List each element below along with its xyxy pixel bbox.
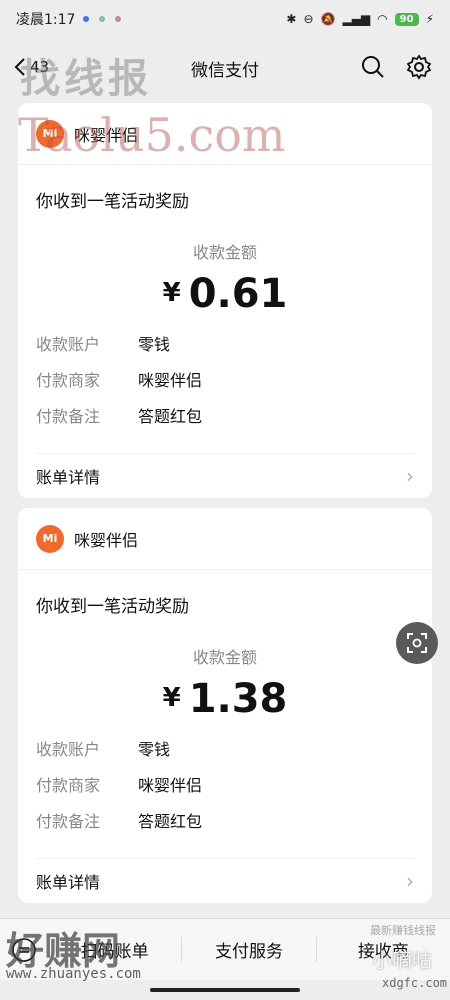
gear-icon [406,54,432,80]
home-indicator[interactable] [150,988,300,992]
merchant-header[interactable]: Mi 咪婴伴侣 [18,103,432,165]
keyboard-icon [12,937,36,962]
detail-key: 收款账户 [36,335,101,354]
bill-details-link[interactable]: 账单详情 › [36,453,414,497]
amount-value: 1.38 [188,676,288,722]
scan-icon [407,633,427,653]
signal-icon: ▂▄▆ [342,12,371,26]
detail-value: 答题红包 [138,407,203,426]
bill-details-link[interactable]: 账单详情 › [36,858,414,902]
merchant-name: 咪婴伴侣 [74,125,139,145]
link-icon: ⊖ [303,12,314,26]
amount-label: 收款金额 [192,243,257,262]
status-bar: 凌晨1:17 ✱ ⊖ 🔕 ▂▄▆ ◠ 90 ⚡ [0,0,450,38]
detail-value: 咪婴伴侣 [138,776,203,795]
amount-label: 收款金额 [192,648,257,667]
amount: ¥0.61 [18,271,432,317]
detail-row-remark: 付款备注 答题红包 [36,403,202,427]
detail-value: 答题红包 [138,812,203,831]
battery-icon: 90 [394,12,419,26]
merchant-logo: Mi [36,524,64,553]
detail-value: 零钱 [138,335,171,354]
detail-key: 付款商家 [36,371,101,390]
detail-key: 付款备注 [36,407,101,426]
status-icons: ✱ ⊖ 🔕 ▂▄▆ ◠ 90 ⚡ [286,12,434,26]
amount-value: 0.61 [188,271,288,317]
chevron-right-icon: › [406,463,414,488]
bill-details-label: 账单详情 [36,872,101,892]
detail-row-merchant: 付款商家 咪婴伴侣 [36,367,202,391]
detail-key: 付款商家 [36,776,101,795]
payment-card[interactable]: Mi 咪婴伴侣 你收到一笔活动奖励 收款金额 ¥1.38 收款账户 零钱 付款商… [18,508,432,903]
chevron-right-icon: › [406,868,414,893]
bottom-menu-bar: 扫码账单 支付服务 接收商 [0,918,450,980]
menu-receiving-merchant[interactable]: 接收商 [317,937,450,962]
screenshot-scan-button[interactable] [396,622,438,664]
menu-scan-bill[interactable]: 扫码账单 [48,937,183,962]
currency-symbol: ¥ [162,278,181,308]
notice-text: 你收到一笔活动奖励 [36,597,189,617]
charging-icon: ⚡ [425,12,434,26]
detail-row-merchant: 付款商家 咪婴伴侣 [36,772,202,796]
currency-symbol: ¥ [162,683,181,713]
search-icon [362,56,384,78]
merchant-name: 咪婴伴侣 [74,530,139,550]
detail-key: 收款账户 [36,740,101,759]
detail-row-account: 收款账户 零钱 [36,331,170,355]
notice-text: 你收到一笔活动奖励 [36,192,189,212]
notification-dot-icon [115,16,122,22]
detail-row-remark: 付款备注 答题红包 [36,808,202,832]
status-time: 凌晨1:17 [16,12,76,28]
merchant-header[interactable]: Mi 咪婴伴侣 [18,508,432,570]
notification-dot-icon [83,16,90,22]
menu-payment-service[interactable]: 支付服务 [182,937,317,962]
bill-details-label: 账单详情 [36,467,101,487]
detail-key: 付款备注 [36,812,101,831]
search-button[interactable] [360,54,386,80]
mute-icon: 🔕 [320,12,336,26]
detail-value: 零钱 [138,740,171,759]
amount: ¥1.38 [18,676,432,722]
nav-bar: 43 微信支付 [0,40,450,94]
wifi-icon: ◠ [377,12,388,26]
merchant-logo: Mi [36,119,64,148]
bluetooth-icon: ✱ [286,12,297,26]
detail-row-account: 收款账户 零钱 [36,736,170,760]
settings-button[interactable] [406,54,432,80]
keyboard-toggle-button[interactable] [0,937,48,963]
notification-dot-icon [99,16,106,22]
payment-card[interactable]: Mi 咪婴伴侣 你收到一笔活动奖励 收款金额 ¥0.61 收款账户 零钱 付款商… [18,103,432,498]
notification-icons [83,16,122,22]
detail-value: 咪婴伴侣 [138,371,203,390]
